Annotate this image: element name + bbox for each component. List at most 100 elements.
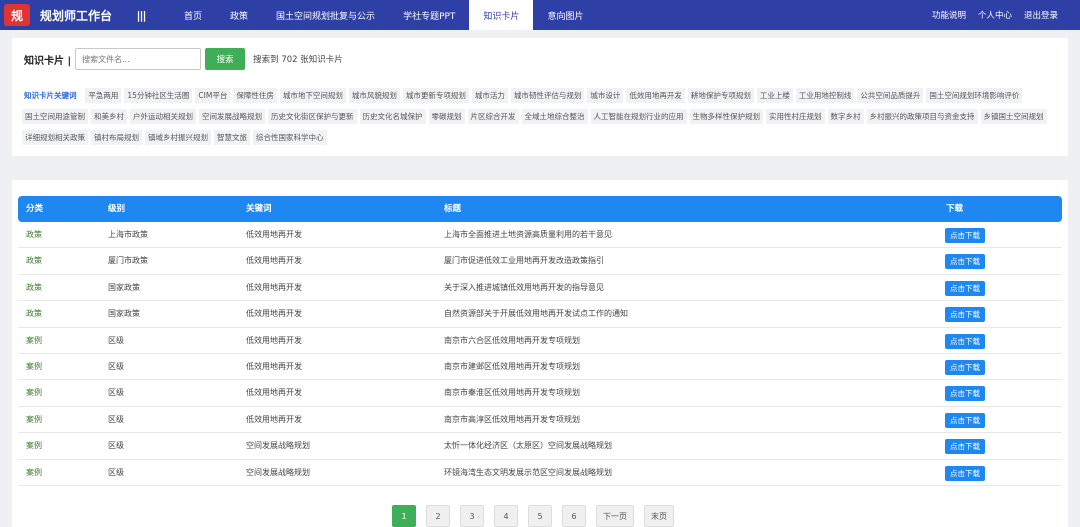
download-button[interactable]: 点击下载 [945, 307, 985, 323]
header-title: 标题 [444, 204, 462, 214]
row-keyword: 低效用地再开发 [246, 414, 302, 424]
row-title[interactable]: 厦门市促进低效工业用地再开发改造政策指引 [444, 248, 604, 274]
row-title[interactable]: 南京市六合区低效用地再开发专项规划 [444, 328, 580, 354]
keyword-tag[interactable]: 乡村振兴的政策项目与资金支持 [866, 109, 978, 124]
keyword-tag[interactable]: 平急两用 [85, 88, 122, 103]
row-title[interactable]: 关于深入推进城镇低效用地再开发的指导意见 [444, 275, 604, 301]
download-button[interactable]: 点击下载 [945, 333, 985, 349]
page-button[interactable]: 6 [562, 505, 586, 527]
table-row: 案例 区级 低效用地再开发 南京市秦淮区低效用地再开发专项规划 点击下载 [18, 380, 1062, 407]
logo-glyph: 规 [10, 8, 23, 23]
search-button[interactable]: 搜索 [205, 48, 246, 70]
table-row: 案例 区级 低效用地再开发 南京市建邺区低效用地再开发专项规划 点击下载 [18, 354, 1062, 381]
page-button[interactable]: 3 [460, 505, 484, 527]
search-input[interactable] [75, 48, 202, 70]
download-button[interactable]: 点击下载 [945, 465, 985, 481]
keyword-tag[interactable]: 实用性村庄规划 [766, 109, 825, 124]
keyword-tag[interactable]: 保障性住房 [233, 88, 277, 103]
row-level: 区级 [108, 467, 124, 477]
nav-tab-5[interactable]: 意向图片 [533, 0, 597, 30]
header-category: 分类 [26, 204, 44, 214]
keyword-tag[interactable]: 国土空间规划环境影响评价 [926, 88, 1023, 103]
page-button[interactable]: 4 [494, 505, 518, 527]
keyword-tag[interactable]: 片区综合开发 [467, 109, 519, 124]
nav-tab-3[interactable]: 学社专题PPT [389, 0, 469, 30]
row-level: 区级 [108, 441, 124, 451]
row-category: 案例 [26, 361, 42, 371]
keyword-tag[interactable]: 工业用地控制线 [795, 88, 855, 103]
row-category: 案例 [26, 335, 42, 345]
header-link-0[interactable]: 功能说明 [932, 9, 966, 21]
nav-tab-4[interactable]: 知识卡片 [469, 0, 534, 30]
row-keyword: 低效用地再开发 [246, 361, 302, 371]
keyword-tag[interactable]: 15分钟社区生活圈 [124, 88, 193, 103]
keyword-tag[interactable]: 低效用地再开发 [626, 88, 685, 103]
keyword-tag[interactable]: 城市风貌规划 [348, 88, 400, 103]
keyword-tag[interactable]: 生物多样性保护规划 [689, 109, 763, 124]
row-category: 政策 [26, 309, 42, 319]
header-link-2[interactable]: 退出登录 [1024, 9, 1058, 21]
download-button[interactable]: 点击下载 [945, 254, 985, 270]
keyword-tags-label: 知识卡片关键词 [24, 91, 77, 100]
nav-tab-1[interactable]: 政策 [216, 0, 262, 30]
top-navbar: 规 规划师工作台 ||| 首页 政策 国土空间规划批复与公示 学社专题PPT 知识卡片意… [0, 0, 1080, 30]
keyword-tag[interactable]: 人工智能在规划行业的应用 [590, 109, 687, 124]
download-button[interactable]: 点击下载 [945, 228, 985, 243]
keyword-tag[interactable]: 数字乡村 [827, 109, 864, 124]
page-button[interactable]: 1 [392, 505, 416, 527]
keyword-tag[interactable]: 城市地下空间规划 [279, 88, 346, 103]
page-button[interactable]: 5 [528, 505, 552, 527]
row-title[interactable]: 自然资源部关于开展低效用地再开发试点工作的通知 [444, 301, 628, 327]
keyword-tag[interactable]: CIM平台 [195, 88, 231, 103]
keyword-tag[interactable]: 零碳规划 [428, 109, 465, 124]
row-title[interactable]: 南京市建邺区低效用地再开发专项规划 [444, 354, 580, 380]
nav-tab-0[interactable]: 首页 [170, 0, 216, 30]
row-title[interactable]: 环镜海湾生态文明发展示范区空间发展战略规划 [444, 460, 612, 486]
keyword-tag[interactable]: 乡镇国土空间规划 [980, 109, 1047, 124]
download-button[interactable]: 点击下载 [945, 359, 985, 375]
search-label: 知识卡片 | [24, 55, 72, 67]
page-button[interactable]: 2 [426, 505, 450, 527]
keyword-tag[interactable]: 国土空间用途管制 [22, 109, 88, 124]
row-keyword: 低效用地再开发 [246, 230, 302, 239]
keyword-tag[interactable]: 和美乡村 [91, 109, 127, 124]
keyword-tag[interactable]: 历史文化街区保护与更新 [268, 109, 357, 124]
page-button[interactable]: 下一页 [596, 505, 634, 527]
menu-toggle-icon[interactable]: ||| [132, 9, 150, 22]
keyword-tag[interactable]: 户外运动相关规划 [130, 109, 196, 124]
keyword-tag[interactable]: 智慧文旅 [214, 130, 250, 145]
download-button[interactable]: 点击下载 [945, 439, 985, 455]
keyword-tag[interactable]: 全域土地综合整治 [521, 109, 588, 124]
table-row: 案例 区级 低效用地再开发 南京市高淳区低效用地再开发专项规划 点击下载 [18, 407, 1062, 434]
keyword-tag[interactable]: 城市韧性评估与规划 [510, 88, 585, 103]
header-link-1[interactable]: 个人中心 [978, 9, 1012, 21]
row-title[interactable]: 太忻一体化经济区（太原区）空间发展战略规划 [444, 433, 612, 459]
keyword-tag[interactable]: 工业上楼 [756, 88, 793, 103]
keyword-tag[interactable]: 镇村布局规划 [91, 130, 142, 145]
keyword-tag[interactable]: 城市活力 [471, 88, 508, 103]
keyword-tag[interactable]: 耕地保护专项规划 [687, 88, 754, 103]
row-level: 上海市政策 [108, 230, 148, 239]
page-button[interactable]: 末页 [644, 505, 674, 527]
keyword-tag[interactable]: 详细规划相关政策 [22, 130, 88, 145]
keyword-tag[interactable]: 综合性国家科学中心 [253, 130, 327, 145]
keyword-tag[interactable]: 公共空间品质提升 [857, 88, 924, 103]
row-title[interactable]: 南京市高淳区低效用地再开发专项规划 [444, 407, 580, 433]
app-logo[interactable]: 规 [4, 4, 30, 26]
row-level: 国家政策 [108, 309, 140, 319]
keyword-tag[interactable]: 空间发展战略规划 [199, 109, 265, 124]
download-button[interactable]: 点击下载 [945, 386, 985, 402]
row-keyword: 低效用地再开发 [246, 335, 302, 345]
keyword-tag[interactable]: 城市更新专项规划 [402, 88, 469, 103]
keyword-tag[interactable]: 历史文化名城保护 [359, 109, 426, 124]
download-button[interactable]: 点击下载 [945, 280, 985, 296]
row-title[interactable]: 南京市秦淮区低效用地再开发专项规划 [444, 380, 580, 406]
nav-tab-2[interactable]: 国土空间规划批复与公示 [262, 0, 389, 30]
row-level: 区级 [108, 388, 124, 398]
download-button[interactable]: 点击下载 [945, 412, 985, 428]
keyword-tag[interactable]: 城市设计 [587, 88, 624, 103]
keyword-tag[interactable]: 镇域乡村振兴规划 [145, 130, 211, 145]
row-level: 区级 [108, 361, 124, 371]
row-title[interactable]: 上海市全面推进土地资源高质量利用的若干意见 [444, 222, 612, 248]
row-level: 国家政策 [108, 282, 140, 292]
